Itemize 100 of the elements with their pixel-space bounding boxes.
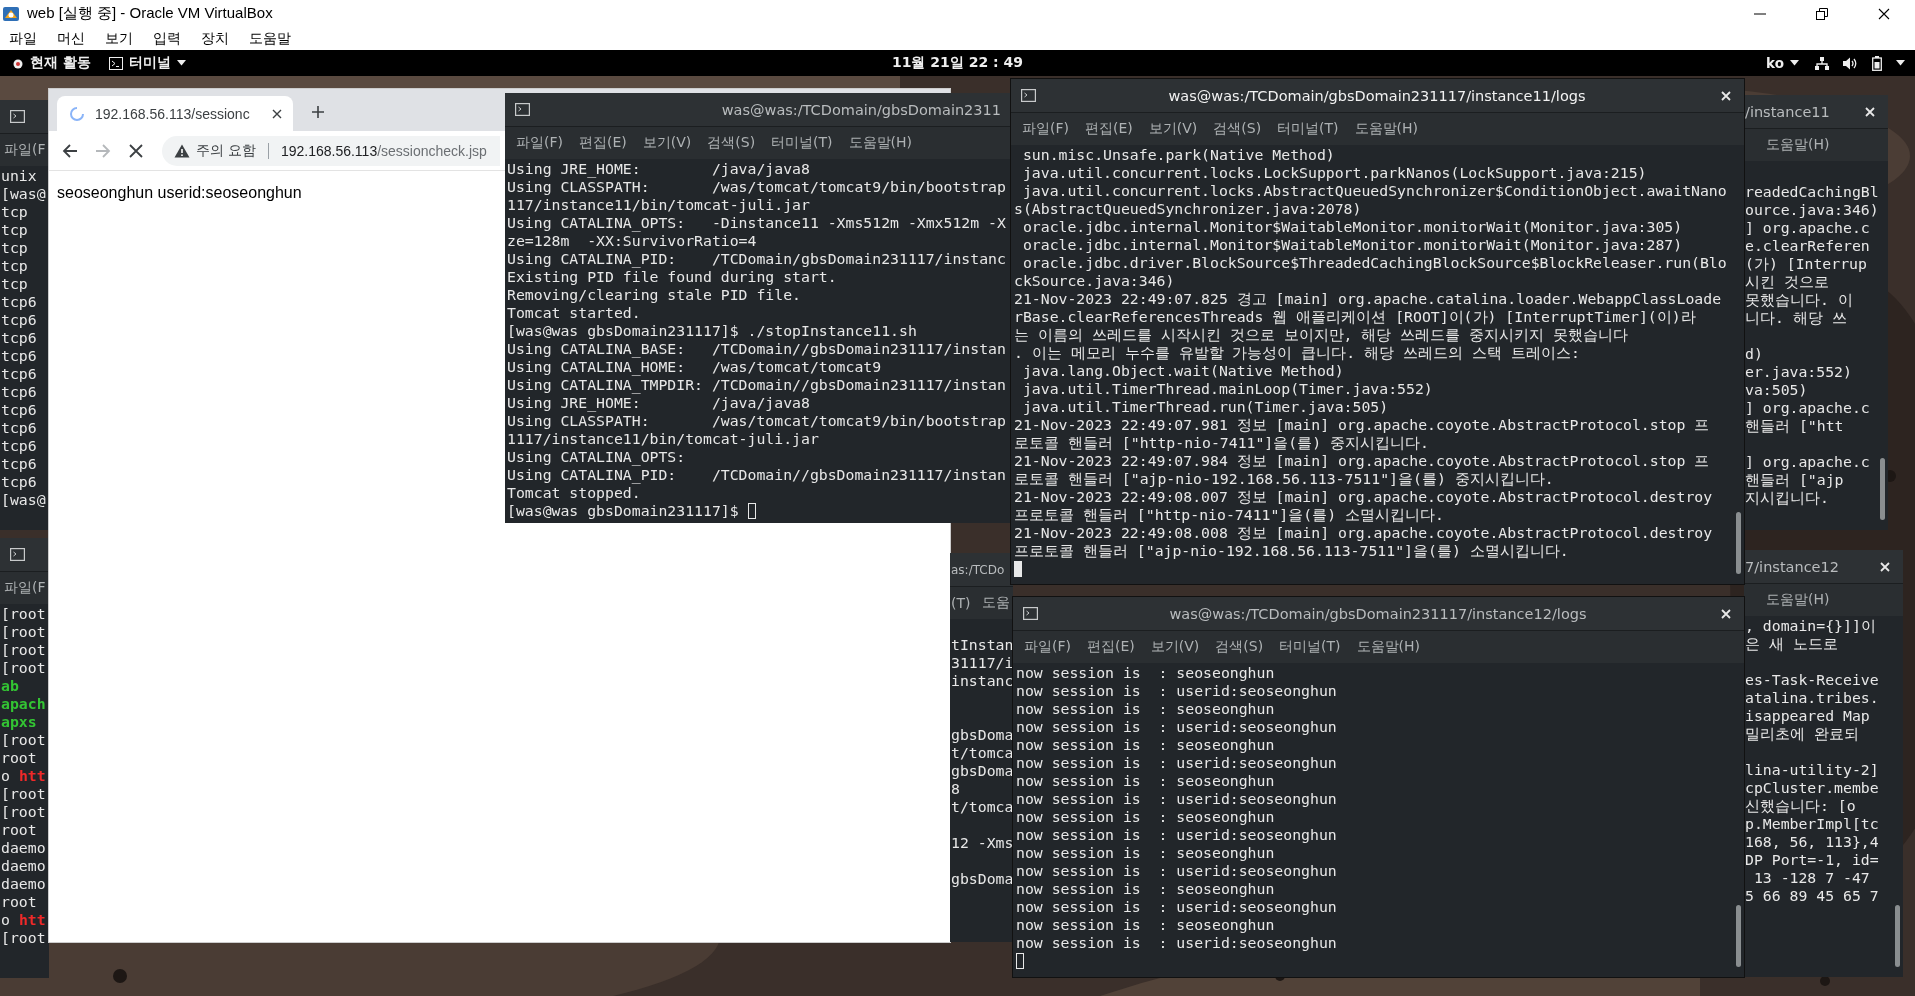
menu-item[interactable]: 도움말 [241,28,299,49]
terminal-line: tcp [1,239,28,257]
menu-item[interactable]: 파일 [1,28,45,49]
terminal-line: now session is : userid:seoseonghun [1016,718,1337,736]
terminal-line: 21-Nov-2023 22:49:08.008 정보 [main] org.apache.coyote.AbstractProtocol.destroy [1014,524,1713,542]
terminal-line: Removing/clearing stale PID file. [507,286,801,304]
terminal-line: now session is : userid:seoseonghun [1016,790,1337,808]
terminal-line: tcp [1,275,28,293]
terminal-line: 1117/instance11/bin/tomcat-juli.jar [507,430,819,448]
terminal-line: tcp6 [1,473,37,491]
browser-tab[interactable]: 192.168.56.113/sessionc [57,96,293,131]
menu-item[interactable]: 도움말(H) [848,134,913,152]
terminal-line: [root [1,659,46,677]
terminal-line: java.lang.Object.wait(Native Method) [1021,362,1344,380]
menu-item[interactable]: 파일(F) [1024,638,1071,656]
terminal-line: now session is : userid:seoseonghun [1016,898,1337,916]
terminal-line: 21-Nov-2023 22:49:07.825 경고 [main] org.apache.catalina.loader.WebappClassLoade [1014,290,1722,308]
menu-item[interactable]: 편집(E) [1085,120,1133,138]
caret-icon[interactable] [1896,60,1905,66]
terminal-line: t/tomca [951,798,1013,816]
menu-item[interactable]: 장치 [193,28,237,49]
security-label[interactable]: 주의 요함 [196,141,256,160]
terminal-line: s(AbstractQueuedSynchronizer.java:2078) [1014,200,1362,218]
terminal-line: tcp6 [1,311,37,329]
menu-item[interactable]: 보기(V) [1150,638,1200,656]
terminal-line: Using CATALINA_OPTS: [507,448,686,466]
terminal-line: ckSource.java:346) [1014,272,1175,290]
menu-item[interactable]: 보기 [97,28,141,49]
terminal-line: tcp [1,221,28,239]
close-icon[interactable] [129,143,143,158]
terminal-text: htt [18,911,46,929]
menu-item[interactable]: 검색(S) [1215,638,1264,656]
terminal-line: 21-Nov-2023 22:49:07.981 정보 [main] org.apache.coyote.AbstractProtocol.stop 프 [1014,416,1710,434]
close-icon[interactable] [1878,7,1890,20]
menu-item[interactable]: 도움말(H) [1356,638,1421,656]
scrollbar-thumb[interactable] [1880,458,1885,520]
scrollbar-thumb[interactable] [1736,905,1741,967]
activities-button[interactable]: 현재 활동 [10,52,93,74]
terminal-line: Using CATALINA_BASE: /TCDomain//gbsDomain231117/instan [507,340,1006,358]
terminal-text: htt [18,767,46,785]
terminal-text: apach [1,695,46,713]
menu-item[interactable]: 도움말(H) [1766,136,1830,154]
app-menu-button[interactable]: 터미널 [106,52,188,74]
terminal-line: Using CATALINA_OPTS: -Dinstance11 -Xms512m -Xmx512m -X [507,214,1006,232]
terminal-line: Existing PID file found during start. [507,268,837,286]
restore-icon[interactable] [1816,7,1828,20]
terminal-line: 로토콜 핸들러 ["http-nio-7411"]을(를) 중지시킵니다. [1014,434,1429,452]
scrollbar-thumb[interactable] [1895,905,1900,967]
menu-item[interactable]: 보기(V) [1148,120,1198,138]
menu-item[interactable]: 파일(F) [1022,120,1069,138]
menu-item[interactable]: 도움 [982,594,1011,612]
scrollbar-thumb[interactable] [1736,512,1741,574]
back-arrow-icon[interactable] [62,142,78,159]
terminal-line: Using CATALINA_PID: /TCDomain//gbsDomain231117/instan [507,466,1006,484]
terminal-line: tcp6 [1,329,37,347]
minimize-icon[interactable] [1754,12,1766,15]
terminal-line: [was@was gbsDomain231117]$ ./stopInstance11.sh [507,322,917,340]
clock[interactable]: 11월 21일 22 : 49 [888,52,1027,74]
terminal-line: va:505) [1745,381,1808,399]
terminal-line: now session is : seoseonghun [1016,664,1275,682]
battery-icon[interactable] [1872,55,1882,71]
menu-item[interactable]: 도움말(H) [1766,591,1830,609]
menu-item[interactable]: (T) [951,595,971,611]
terminal-line: tcp6 [1,455,37,473]
menu-item[interactable]: 터미널(T) [1279,638,1341,656]
terminal-line: [root [1,605,46,623]
menu-item[interactable]: 파일(F) [516,134,563,152]
terminal-line: 31117/i [951,654,1013,672]
page-text: seoseonghun userid:seoseonghun [57,184,302,201]
terminal-line: 12 -Xms [951,834,1013,852]
network-icon[interactable] [1815,56,1829,70]
menu-item[interactable]: 편집(E) [1087,638,1135,656]
terminal-line: 21-Nov-2023 22:49:08.007 정보 [main] org.apache.coyote.AbstractProtocol.destroy [1014,488,1713,506]
terminal-line: now session is : seoseonghun [1016,772,1275,790]
caret-icon [1790,60,1799,66]
menu-item[interactable]: 도움말(H) [1354,120,1419,138]
menu-item[interactable]: 머신 [49,28,93,49]
terminal-line: Using CATALINA_HOME: /was/tomcat/tomcat9 [507,358,882,376]
volume-icon[interactable] [1843,56,1858,70]
terminal-line: 5 66 89 45 65 7 [1745,887,1879,905]
menu-item[interactable]: 편집(E) [579,134,627,152]
input-method-button[interactable]: ko [1764,52,1801,74]
menu-item[interactable]: 파일(F [4,579,46,597]
menu-item[interactable]: 터미널(T) [771,134,833,152]
terminal-line: tcp6 [1,365,37,383]
plus-icon[interactable] [311,105,325,119]
menu-item[interactable]: 파일(F [4,141,46,159]
terminal-line: e.clearReferen [1745,237,1870,255]
menu-item[interactable]: 터미널(T) [1277,120,1339,138]
terminal-line: root [1,893,37,911]
terminal-line: daemo [1,857,46,875]
terminal-line: sun.misc.Unsafe.park(Native Method) [1021,146,1335,164]
menu-item[interactable]: 검색(S) [707,134,756,152]
terminal-line: 지시킵니다. [1745,489,1829,507]
menu-item[interactable]: 입력 [145,28,189,49]
menu-item[interactable]: 검색(S) [1213,120,1262,138]
menu-item[interactable]: 보기(V) [642,134,692,152]
terminal-line: now session is : seoseonghun [1016,844,1275,862]
terminal-line: es-Task-Receive [1745,671,1879,689]
address-field[interactable]: 주의 요함 192.168.56.113/sessioncheck.jsp [162,135,500,166]
